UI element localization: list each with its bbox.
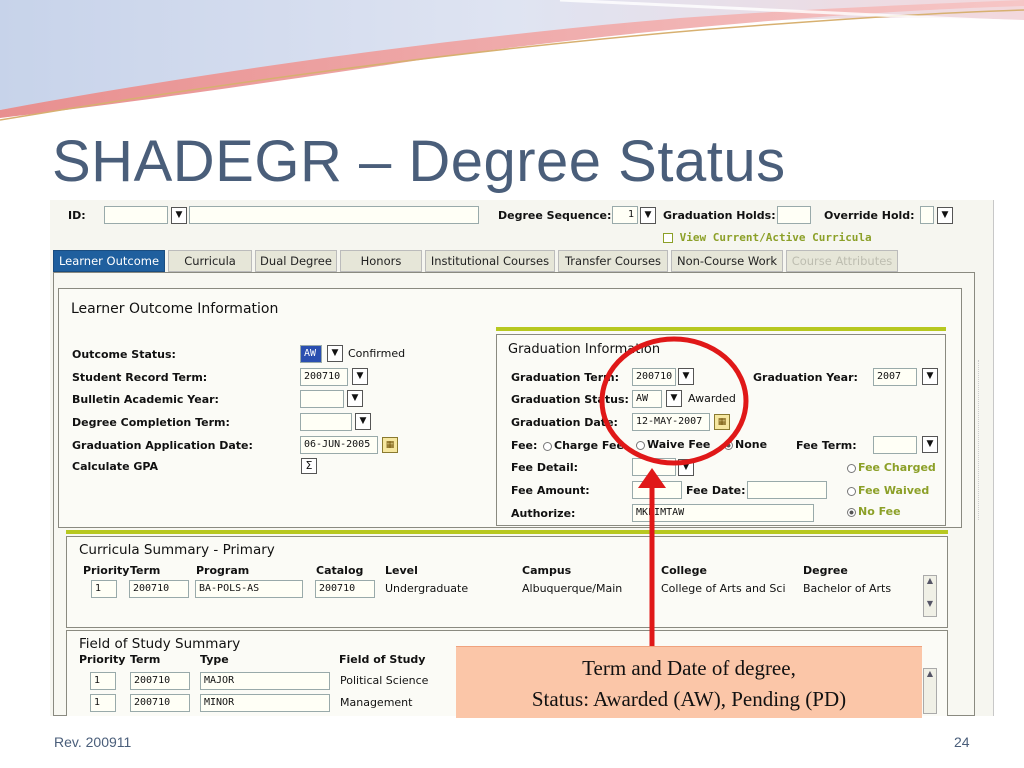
- callout-line-2: Status: Awarded (AW), Pending (PD): [531, 687, 847, 711]
- page-number: 24: [954, 734, 970, 750]
- footer-revision: Rev. 200911: [54, 734, 132, 750]
- highlight-circle: [599, 336, 749, 466]
- callout-arrow-head: [638, 468, 666, 488]
- callout-line-1: Term and Date of degree,: [582, 656, 796, 680]
- callout-box: Term and Date of degree, Status: Awarded…: [456, 646, 922, 718]
